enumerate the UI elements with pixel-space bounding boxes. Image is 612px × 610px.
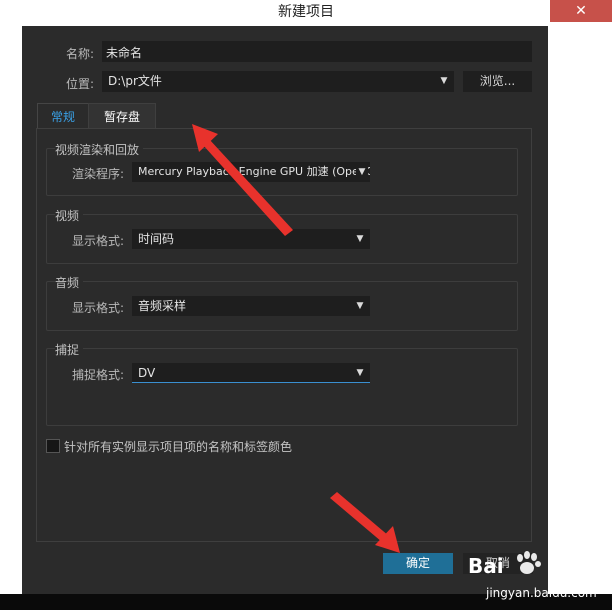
watermark-brand-suffix: 经验	[548, 561, 584, 582]
watermark-url: jingyan.baidu.com	[486, 586, 597, 600]
red-arrow-icon	[330, 492, 400, 553]
watermark-brand: Bai	[468, 554, 504, 578]
baidu-jingyan-watermark: Bai 经验 jingyan.baidu.com	[466, 548, 612, 610]
red-arrow-icon	[192, 124, 293, 236]
annotation-arrows	[192, 124, 400, 553]
